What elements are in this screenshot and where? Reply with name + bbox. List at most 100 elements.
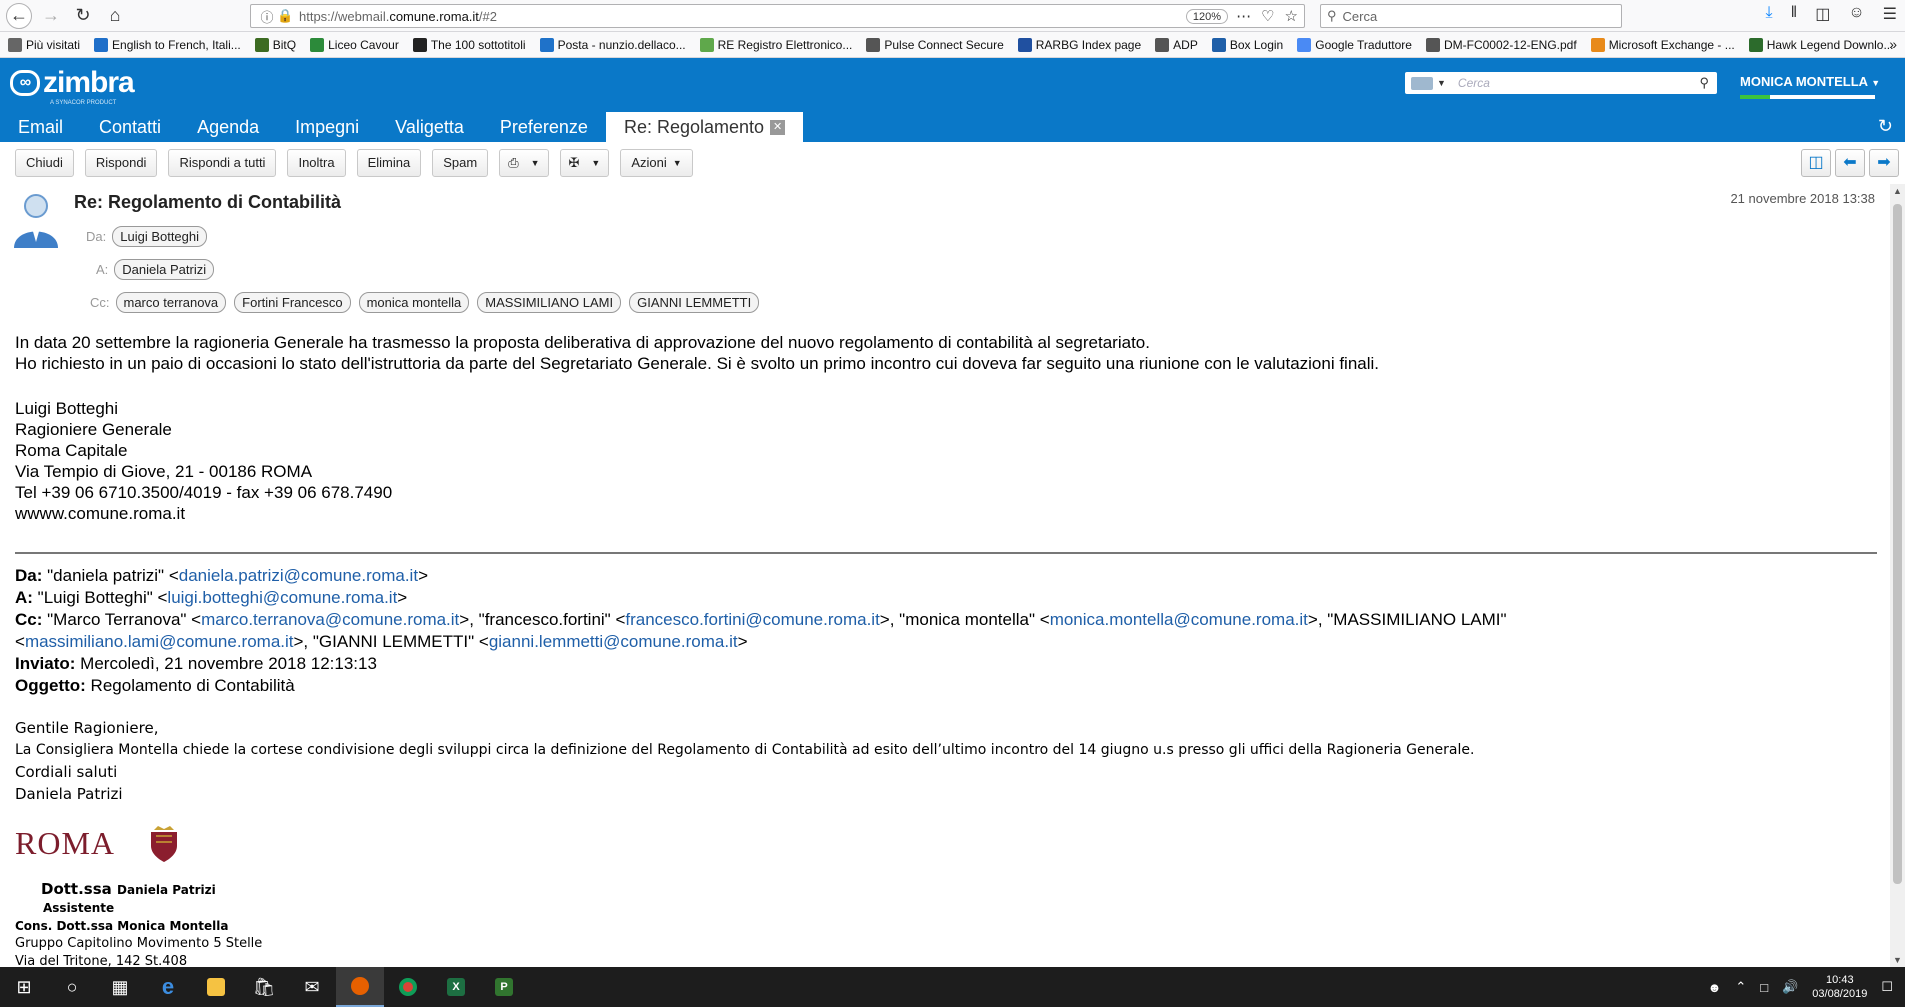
scroll-down-icon[interactable]: ▼: [1893, 955, 1902, 965]
email-link[interactable]: luigi.botteghi@comune.roma.it: [167, 588, 397, 607]
tag-button[interactable]: ✠ ▼: [559, 149, 610, 177]
forward-button[interactable]: Inoltra: [287, 149, 346, 177]
chevron-down-icon[interactable]: ▼: [1437, 78, 1446, 88]
bookmark-item[interactable]: ADP: [1155, 37, 1198, 52]
store-icon[interactable]: 🛍: [240, 967, 288, 1007]
tab-valigetta[interactable]: Valigetta: [377, 112, 482, 142]
bookmark-item[interactable]: Hawk Legend Downlo...: [1748, 37, 1893, 52]
cc-pill[interactable]: GIANNI LEMMETTI: [629, 292, 760, 313]
tab-preferenze[interactable]: Preferenze: [482, 112, 606, 142]
bookmark-item[interactable]: RE Registro Elettronico...: [699, 37, 852, 52]
bookmark-item[interactable]: Pulse Connect Secure: [866, 37, 1004, 52]
info-icon[interactable]: ⓘ: [257, 7, 277, 26]
bookmark-item[interactable]: Box Login: [1211, 37, 1283, 52]
tab-message[interactable]: Re: Regolamento ✕: [605, 112, 804, 142]
sidebar-icon[interactable]: ◫: [1815, 4, 1830, 24]
cortana-icon[interactable]: ○: [48, 967, 96, 1007]
bookmark-item[interactable]: Posta - nunzio.dellaco...: [539, 37, 686, 52]
spam-button[interactable]: Spam: [432, 149, 489, 177]
reply-all-button[interactable]: Rispondi a tutti: [168, 149, 277, 177]
network-icon[interactable]: □: [1760, 980, 1768, 995]
tab-impegni[interactable]: Impegni: [277, 112, 377, 142]
task-view-icon[interactable]: ▦: [96, 967, 144, 1007]
email-link[interactable]: gianni.lemmetti@comune.roma.it: [489, 632, 738, 651]
tab-agenda[interactable]: Agenda: [179, 112, 277, 142]
edge-icon[interactable]: e: [144, 967, 192, 1007]
search-icon[interactable]: ⚲: [1699, 75, 1709, 91]
firefox-icon[interactable]: [336, 967, 384, 1007]
project-icon[interactable]: P: [480, 967, 528, 1007]
account-icon[interactable]: ☺: [1848, 4, 1864, 24]
library-icon[interactable]: ‖: [1791, 4, 1798, 24]
print-button[interactable]: ⎙ ▼: [499, 149, 549, 177]
address-bar[interactable]: ⓘ 🔒 https://webmail.comune.roma.it/#2 12…: [250, 4, 1305, 28]
chevron-down-icon: ▼: [591, 158, 601, 168]
page-actions-icon[interactable]: ⋯: [1236, 7, 1251, 25]
bookmark-item[interactable]: English to French, Itali...: [94, 37, 241, 52]
bookmark-item[interactable]: Microsoft Exchange - ...: [1590, 37, 1735, 52]
email-link[interactable]: monica.montella@comune.roma.it: [1050, 610, 1308, 629]
zimbra-search-input[interactable]: ▼ Cerca ⚲: [1405, 72, 1717, 94]
download-icon[interactable]: ⤓: [1766, 4, 1773, 24]
people-icon[interactable]: ☻: [1708, 980, 1722, 995]
bookmark-star-icon[interactable]: ☆: [1285, 7, 1298, 25]
rarbg-icon: [1017, 37, 1032, 52]
bookmark-item[interactable]: DM-FC0002-12-ENG.pdf: [1425, 37, 1577, 52]
bookmark-item[interactable]: Liceo Cavour: [310, 37, 399, 52]
cc-pill[interactable]: monica montella: [358, 292, 470, 313]
bookmark-item[interactable]: RARBG Index page: [1017, 37, 1141, 52]
body-paragraph: In data 20 settembre la ragioneria Gener…: [15, 333, 1150, 352]
previous-message-icon[interactable]: ⬅: [1835, 149, 1865, 177]
close-button[interactable]: Chiudi: [15, 149, 74, 177]
bookmark-item[interactable]: Più visitati: [8, 37, 80, 52]
scrollbar[interactable]: ▲ ▼: [1890, 184, 1905, 967]
email-link[interactable]: massimiliano.lami@comune.roma.it: [25, 632, 294, 651]
close-icon[interactable]: ✕: [770, 119, 786, 135]
bookmark-item[interactable]: The 100 sottotitoli: [412, 37, 526, 52]
signature: Luigi Botteghi Ragioniere Generale Roma …: [15, 398, 392, 524]
zoom-badge[interactable]: 120%: [1185, 9, 1228, 24]
tab-contatti[interactable]: Contatti: [81, 112, 179, 142]
forward-button[interactable]: →: [38, 3, 64, 29]
menu-icon[interactable]: ☰: [1883, 4, 1897, 24]
email-link[interactable]: marco.terranova@comune.roma.it: [201, 610, 459, 629]
browser-search-input[interactable]: ⚲ Cerca: [1320, 4, 1622, 28]
open-in-window-icon[interactable]: ◫: [1801, 149, 1831, 177]
user-menu[interactable]: MONICA MONTELLA ▼: [1740, 74, 1880, 89]
reply-button[interactable]: Rispondi: [84, 149, 158, 177]
bookmark-item[interactable]: Google Traduttore: [1297, 37, 1412, 52]
to-row: A: Daniela Patrizi: [96, 259, 222, 280]
cc-pill[interactable]: Fortini Francesco: [234, 292, 351, 313]
scroll-up-icon[interactable]: ▲: [1893, 186, 1902, 196]
clock[interactable]: 10:43 03/08/2019: [1812, 973, 1867, 1001]
cc-pill[interactable]: MASSIMILIANO LAMI: [477, 292, 622, 313]
more-bookmarks-icon[interactable]: »: [1889, 36, 1897, 52]
scrollbar-thumb[interactable]: [1893, 204, 1902, 884]
email-link[interactable]: daniela.patrizi@comune.roma.it: [179, 566, 418, 585]
to-pill[interactable]: Daniela Patrizi: [114, 259, 215, 280]
next-message-icon[interactable]: ➡: [1869, 149, 1899, 177]
pocket-icon[interactable]: ♡: [1261, 7, 1274, 25]
chrome-icon[interactable]: [384, 967, 432, 1007]
chevron-up-icon[interactable]: ⌃: [1735, 979, 1746, 995]
excel-icon[interactable]: X: [432, 967, 480, 1007]
refresh-icon[interactable]: ↻: [1878, 116, 1893, 137]
volume-icon[interactable]: 🔊: [1782, 979, 1798, 995]
bookmark-item[interactable]: BitQ: [254, 37, 296, 52]
delete-button[interactable]: Elimina: [356, 149, 422, 177]
home-icon[interactable]: ⌂: [102, 3, 128, 29]
signature-address: Via del Tritone, 142 St.408: [15, 954, 188, 967]
windows-start-icon[interactable]: ⊞: [0, 967, 48, 1007]
mail-icon[interactable]: ✉: [288, 967, 336, 1007]
email-link[interactable]: francesco.fortini@comune.roma.it: [625, 610, 879, 629]
gear-icon: [8, 37, 22, 52]
from-pill[interactable]: Luigi Botteghi: [112, 226, 208, 247]
back-button[interactable]: ←: [6, 2, 32, 29]
tab-email[interactable]: Email: [0, 112, 81, 142]
cc-pill[interactable]: marco terranova: [115, 292, 227, 313]
file-explorer-icon[interactable]: [192, 967, 240, 1007]
reload-button[interactable]: ↻: [70, 3, 96, 29]
zimbra-logo[interactable]: ∞ zimbra A SYNACOR PRODUCT: [10, 66, 135, 106]
actions-menu-button[interactable]: Azioni ▼: [620, 149, 693, 177]
notifications-icon[interactable]: ☐: [1881, 979, 1893, 995]
